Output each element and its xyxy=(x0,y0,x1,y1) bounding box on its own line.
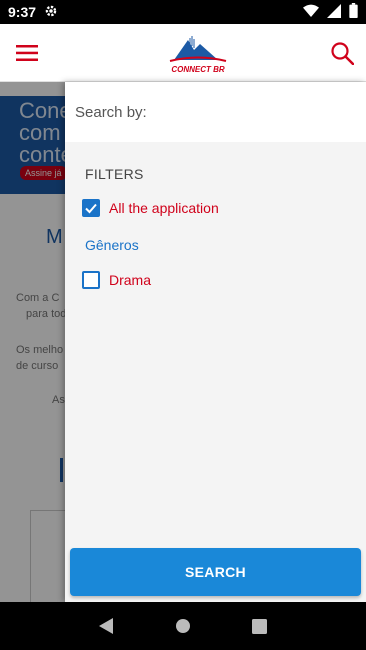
filters-heading: FILTERS xyxy=(85,166,144,182)
search-by-label[interactable]: Search by: xyxy=(65,82,366,142)
genres-heading: Gêneros xyxy=(85,237,139,253)
home-icon[interactable] xyxy=(173,616,193,636)
signal-icon xyxy=(327,3,341,21)
navigation-bar xyxy=(0,602,366,650)
logo-graphic xyxy=(169,36,227,62)
battery-icon xyxy=(349,3,358,21)
app-screen: 9:37 CONNECT BR Cone com c conte Assine … xyxy=(0,0,366,650)
status-time: 9:37 xyxy=(8,4,37,20)
recents-icon[interactable] xyxy=(250,616,270,636)
back-icon[interactable] xyxy=(96,616,116,636)
filter-option-label: All the application xyxy=(109,200,219,216)
search-icon[interactable] xyxy=(326,37,358,69)
wifi-icon xyxy=(303,4,319,21)
filter-drawer: Search by: FILTERS All the application G… xyxy=(65,82,366,602)
filter-option-drama[interactable]: Drama xyxy=(82,271,151,289)
search-button[interactable]: SEARCH xyxy=(70,548,361,596)
settings-icon xyxy=(44,4,58,21)
filter-option-all[interactable]: All the application xyxy=(82,199,219,217)
filter-option-label: Drama xyxy=(109,272,152,288)
app-logo: CONNECT BR xyxy=(168,34,228,74)
checkbox-unchecked-icon[interactable] xyxy=(82,271,100,289)
status-bar: 9:37 xyxy=(0,0,366,24)
logo-text: CONNECT BR xyxy=(171,65,225,74)
hamburger-menu-icon[interactable] xyxy=(12,38,42,68)
app-bar: CONNECT BR xyxy=(0,24,366,82)
filters-panel: FILTERS All the application Gêneros Dram… xyxy=(65,142,366,602)
checkbox-checked-icon[interactable] xyxy=(82,199,100,217)
